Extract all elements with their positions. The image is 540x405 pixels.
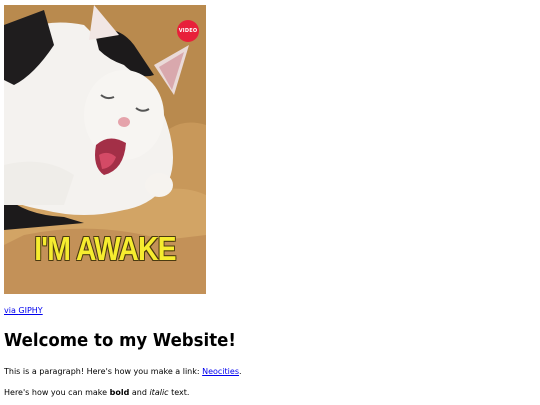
paragraph-link: This is a paragraph! Here's how you make… <box>4 367 242 376</box>
para1-text: This is a paragraph! Here's how you make… <box>4 367 203 376</box>
para1-suffix: . <box>239 367 242 376</box>
para2-before: Here's how you can make <box>4 388 110 397</box>
para2-after: text. <box>168 388 190 397</box>
neocities-link[interactable]: Neocities <box>202 367 239 376</box>
bold-text: bold <box>109 388 130 397</box>
video-badge: VIDEO <box>177 20 199 42</box>
gif-caption: I'M AWAKE <box>34 230 176 267</box>
via-credit: via GIPHY <box>4 306 43 315</box>
italic-text: italic <box>149 388 169 397</box>
via-prefix: via <box>4 306 19 315</box>
giphy-link-text: GIPHY <box>18 306 43 315</box>
para2-middle: and <box>129 388 150 397</box>
page-heading: Welcome to my Website! <box>4 330 236 351</box>
paragraph-formatting: Here's how you can make bold and italic … <box>4 388 189 397</box>
page: VIDEO I'M AWAKE via GIPHY Welcome to my … <box>0 0 540 405</box>
via-giphy-link[interactable]: via GIPHY <box>4 306 43 315</box>
cat-gif[interactable]: VIDEO I'M AWAKE <box>4 5 206 294</box>
